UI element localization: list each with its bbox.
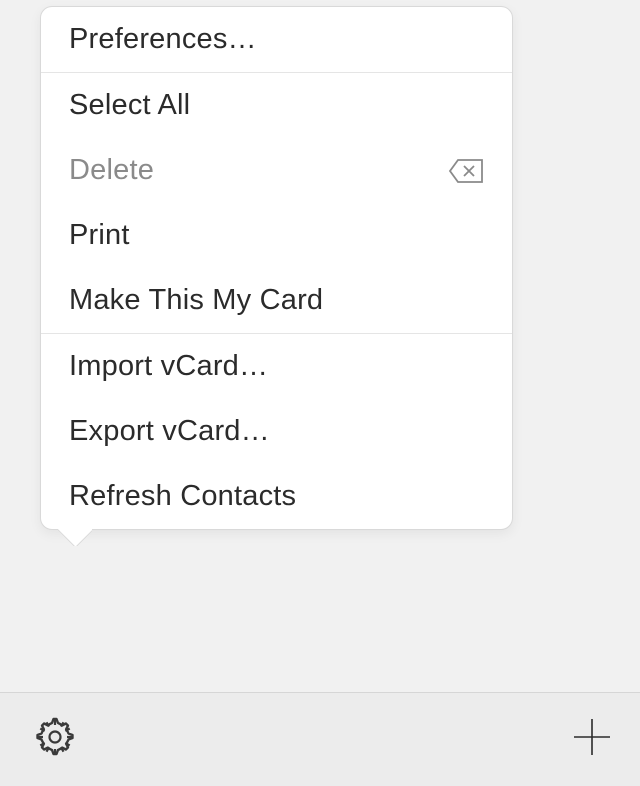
menu-item-select-all[interactable]: Select All [41,73,512,138]
menu-item-label: Preferences… [69,23,257,56]
menu-item-refresh-contacts[interactable]: Refresh Contacts [41,464,512,529]
menu-item-import-vcard[interactable]: Import vCard… [41,334,512,399]
settings-button[interactable] [30,712,80,767]
popover-arrow [58,529,92,546]
settings-popover: Preferences… Select All Delete Print Mak… [40,6,513,530]
menu-item-label: Import vCard… [69,350,268,383]
menu-item-export-vcard[interactable]: Export vCard… [41,399,512,464]
menu-item-preferences[interactable]: Preferences… [41,7,512,72]
plus-icon [570,715,614,764]
bottom-toolbar [0,692,640,786]
menu-item-make-my-card[interactable]: Make This My Card [41,268,512,333]
menu-item-label: Make This My Card [69,284,323,317]
menu-item-label: Print [69,219,130,252]
menu-item-print[interactable]: Print [41,203,512,268]
menu-item-label: Delete [69,154,154,187]
delete-icon [448,158,484,184]
gear-icon [30,712,80,767]
menu-item-label: Select All [69,89,190,122]
add-button[interactable] [570,715,614,764]
menu-item-label: Export vCard… [69,415,270,448]
menu-item-label: Refresh Contacts [69,480,296,513]
menu-item-delete: Delete [41,138,512,203]
